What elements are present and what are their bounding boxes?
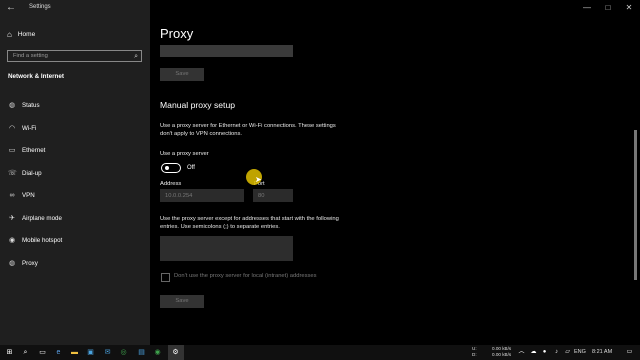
- store-icon[interactable]: ▣: [85, 347, 96, 358]
- search-icon[interactable]: ⌕: [20, 347, 31, 358]
- mail-icon[interactable]: ✉: [102, 347, 113, 358]
- wifi-icon: ◠: [8, 125, 16, 132]
- task-view-icon[interactable]: ▭: [37, 347, 48, 358]
- sidebar-item-status[interactable]: ◍ Status: [0, 97, 150, 113]
- manual-proxy-heading: Manual proxy setup: [160, 100, 235, 110]
- edge-icon[interactable]: e: [53, 347, 64, 358]
- drive-d-label: D:: [472, 352, 477, 357]
- sidebar-item-mobile-hotspot[interactable]: ◉ Mobile hotspot: [0, 232, 150, 248]
- network-icon[interactable]: ▱: [562, 347, 573, 358]
- browser-icon[interactable]: ◉: [152, 347, 163, 358]
- file-explorer-icon[interactable]: ▬: [69, 347, 80, 358]
- notifications-icon[interactable]: ▭: [624, 347, 635, 358]
- home-icon: ⌂: [7, 29, 12, 39]
- sidebar-item-ethernet[interactable]: ▭ Ethernet: [0, 142, 150, 158]
- scrollbar[interactable]: [634, 18, 638, 345]
- use-proxy-toggle[interactable]: [161, 163, 181, 173]
- sidebar-item-label: Wi-Fi: [22, 124, 37, 132]
- sidebar-item-label: Mobile hotspot: [22, 236, 63, 244]
- sidebar-item-vpn[interactable]: ∞ VPN: [0, 187, 150, 203]
- ethernet-icon: ▭: [8, 147, 16, 154]
- network-down-speed: 0.00 kB/s: [492, 352, 512, 357]
- use-proxy-label: Use a proxy server: [160, 151, 209, 157]
- sidebar-item-proxy[interactable]: ◍ Proxy: [0, 255, 150, 271]
- back-arrow-icon[interactable]: ←: [4, 1, 18, 14]
- exceptions-description-line2: entries. Use semicolons (;) to separate …: [160, 224, 280, 230]
- scrollbar-thumb[interactable]: [634, 130, 637, 280]
- search-input[interactable]: [8, 51, 131, 61]
- script-address-field[interactable]: [160, 45, 293, 57]
- bottom-save-button[interactable]: Save: [160, 295, 204, 308]
- title-bar: ← Settings — □ ✕: [0, 0, 640, 15]
- photos-icon[interactable]: ▤: [136, 347, 147, 358]
- chevron-up-icon[interactable]: ︿: [516, 347, 527, 358]
- windows-start-icon[interactable]: ⊞: [4, 347, 15, 358]
- sidebar-home[interactable]: ⌂ Home: [7, 28, 35, 40]
- volume-icon[interactable]: ♪: [551, 347, 562, 358]
- window-title: Settings: [29, 4, 51, 10]
- sidebar-item-label: VPN: [22, 191, 35, 199]
- sidebar-item-wifi[interactable]: ◠ Wi-Fi: [0, 120, 150, 136]
- page-title: Proxy: [160, 26, 194, 41]
- phone-icon: ☏: [8, 170, 17, 177]
- exceptions-textarea[interactable]: [160, 236, 293, 261]
- airplane-icon: ✈: [9, 215, 15, 222]
- hotspot-icon: ◉: [8, 237, 16, 244]
- manual-proxy-description-line2: don't apply to VPN connections.: [160, 131, 242, 137]
- toggle-state-text: Off: [187, 165, 195, 171]
- toggle-knob: [165, 166, 169, 170]
- close-icon[interactable]: ✕: [619, 1, 639, 14]
- sidebar-item-label: Ethernet: [22, 146, 46, 154]
- sidebar-item-label: Airplane mode: [22, 214, 62, 222]
- sidebar-item-label: Proxy: [22, 259, 38, 267]
- local-addresses-checkbox[interactable]: [161, 273, 170, 282]
- home-label: Home: [17, 30, 36, 38]
- microphone-icon[interactable]: ●: [539, 347, 550, 358]
- sidebar-item-label: Dial-up: [22, 169, 42, 177]
- address-label: Address: [160, 181, 182, 187]
- search-box[interactable]: ⌕: [7, 50, 142, 62]
- sidebar-item-label: Status: [22, 101, 40, 109]
- sidebar-item-dialup[interactable]: ☏ Dial-up: [0, 165, 150, 181]
- mouse-pointer-icon: ➤: [255, 175, 262, 184]
- language-indicator[interactable]: ENG: [574, 349, 586, 355]
- port-input[interactable]: [253, 189, 293, 202]
- section-title: Network & Internet: [8, 73, 64, 80]
- minimize-icon[interactable]: —: [577, 1, 597, 14]
- cloud-icon[interactable]: ☁: [528, 347, 539, 358]
- chrome-icon[interactable]: ◎: [118, 347, 129, 358]
- local-addresses-label: Don't use the proxy server for local (in…: [174, 273, 317, 279]
- address-input[interactable]: [160, 189, 244, 202]
- sidebar-item-airplane-mode[interactable]: ✈ Airplane mode: [0, 210, 150, 226]
- vpn-icon: ∞: [9, 191, 15, 199]
- maximize-icon[interactable]: □: [598, 1, 618, 14]
- search-icon[interactable]: ⌕: [134, 52, 138, 61]
- clock-time[interactable]: 8:21 AM: [592, 349, 612, 355]
- globe-icon: ◍: [8, 102, 16, 109]
- settings-gear-icon[interactable]: ⚙: [170, 347, 181, 358]
- globe-icon: ◍: [8, 260, 16, 267]
- top-save-button[interactable]: Save: [160, 68, 204, 81]
